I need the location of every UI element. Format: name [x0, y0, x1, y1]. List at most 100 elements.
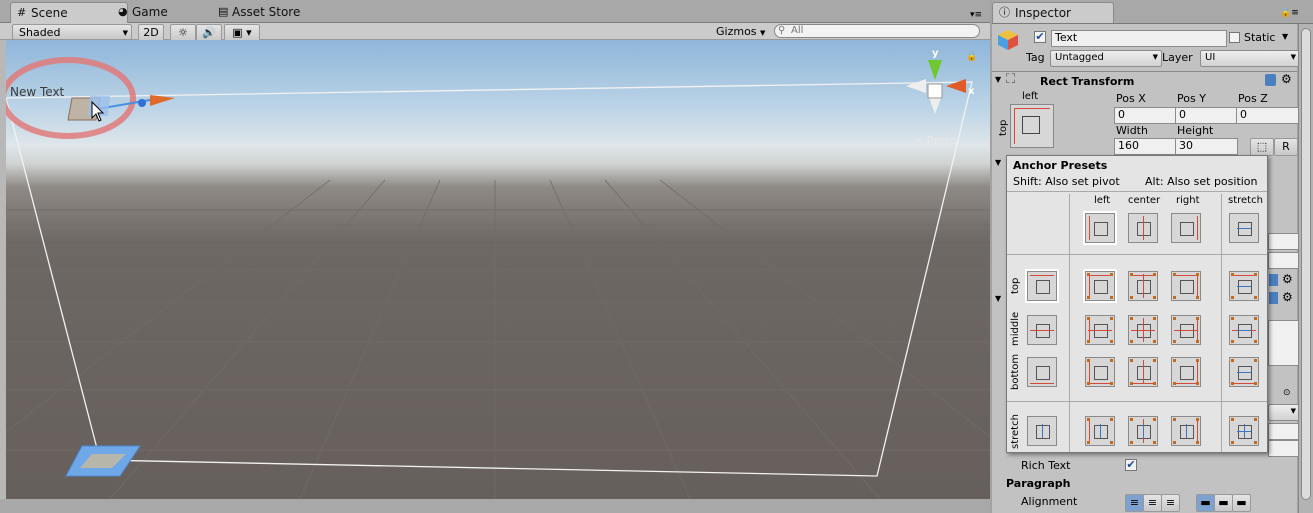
anchor-preset-right-stretch[interactable]: [1171, 416, 1201, 446]
hidden-field[interactable]: [1268, 233, 1299, 250]
lock-icon[interactable]: 🔒: [966, 52, 977, 62]
rect-transform-icon: ⛶: [1006, 72, 1016, 87]
row-label-top: top: [1010, 277, 1021, 294]
column-label-stretch: stretch: [1228, 195, 1263, 206]
settings-gear-icon[interactable]: ⚙: [1281, 72, 1292, 86]
anchor-preset-stretch-top[interactable]: [1229, 271, 1259, 301]
inspector-lock-icon[interactable]: 🔒≡: [1280, 8, 1299, 18]
tag-dropdown[interactable]: Untagged ▼: [1050, 50, 1162, 67]
foldout-arrow-icon[interactable]: ▼: [995, 158, 1001, 167]
pos-z-label: Pos Z: [1238, 92, 1268, 105]
pos-x-field[interactable]: 0: [1114, 107, 1177, 124]
anchor-preset-right-none[interactable]: [1171, 213, 1201, 243]
tab-inspector[interactable]: ⓘ Inspector: [992, 2, 1114, 23]
anchor-preset-stretch-none[interactable]: [1229, 213, 1259, 243]
align-top-icon[interactable]: ▬: [1196, 494, 1215, 512]
align-left-icon[interactable]: ≡: [1125, 494, 1144, 512]
orientation-gizmo[interactable]: [906, 60, 966, 114]
anchor-preset-right-bottom[interactable]: [1171, 357, 1201, 387]
help-book-icon[interactable]: [1269, 292, 1278, 304]
anchor-preset-center-middle[interactable]: [1128, 315, 1158, 345]
height-label: Height: [1177, 124, 1214, 137]
hidden-field[interactable]: [1268, 320, 1299, 366]
paragraph-header: Paragraph: [1006, 477, 1071, 490]
anchor-preset-center-none[interactable]: [1128, 213, 1158, 243]
inspector-scrollbar[interactable]: [1298, 24, 1313, 513]
anchor-preset-none-middle[interactable]: [1027, 315, 1057, 345]
anchor-preset-left-top[interactable]: [1083, 269, 1117, 303]
help-book-icon[interactable]: [1265, 74, 1276, 86]
shift-hint: Shift: Also set pivot: [1013, 175, 1120, 188]
raw-edit-button[interactable]: R: [1274, 138, 1298, 156]
anchor-preset-none-top[interactable]: [1025, 269, 1059, 303]
anchor-preset-stretch-bottom[interactable]: [1229, 357, 1259, 387]
settings-gear-icon[interactable]: ⚙: [1282, 272, 1293, 286]
anchor-preset-none-stretch[interactable]: [1027, 416, 1057, 446]
scene-viewport[interactable]: New Text y x < Persp 🔒: [0, 40, 990, 499]
anchor-preset-center-top[interactable]: [1128, 271, 1158, 301]
hidden-field[interactable]: [1268, 440, 1299, 457]
object-name-field[interactable]: Text: [1051, 30, 1227, 47]
column-label-center: center: [1128, 195, 1161, 206]
anchor-preset-left-bottom[interactable]: [1085, 357, 1115, 387]
settings-gear-icon[interactable]: ⚙: [1282, 290, 1293, 304]
info-icon: ⓘ: [999, 6, 1010, 19]
inspector-tab-bar: ⓘ Inspector 🔒≡: [992, 0, 1313, 24]
object-picker-icon[interactable]: ⊙: [1283, 388, 1291, 398]
camera-mode-label[interactable]: < Persp: [914, 134, 957, 147]
scene-search-input[interactable]: ⚲ All: [774, 24, 980, 38]
hidden-field[interactable]: [1268, 252, 1299, 269]
height-field[interactable]: 30: [1175, 138, 1238, 155]
gizmo-y-label: y: [932, 48, 939, 59]
static-dropdown-icon[interactable]: ▼: [1282, 32, 1288, 41]
layer-label: Layer: [1162, 51, 1193, 64]
hidden-field[interactable]: [1268, 423, 1299, 440]
pos-y-field[interactable]: 0: [1175, 107, 1238, 124]
anchor-preset-left-none[interactable]: [1083, 211, 1117, 245]
gameobject-cube-icon: [996, 28, 1020, 52]
anchor-preset-right-middle[interactable]: [1171, 315, 1201, 345]
tab-scene[interactable]: # Scene: [10, 2, 128, 23]
rich-text-checkbox[interactable]: ✔: [1125, 459, 1137, 471]
scrollbar-thumb[interactable]: [1301, 28, 1311, 500]
floor-grid: [0, 179, 990, 499]
active-checkbox[interactable]: ✔: [1034, 31, 1046, 43]
foldout-arrow-icon[interactable]: ▼: [995, 294, 1001, 303]
anchor-preset-none-bottom[interactable]: [1027, 357, 1057, 387]
anchor-v-label: top: [998, 119, 1009, 136]
blueprint-mode-button[interactable]: ⬚: [1250, 138, 1274, 156]
align-bottom-icon[interactable]: ▬: [1232, 494, 1251, 512]
anchor-preset-left-middle[interactable]: [1085, 315, 1115, 345]
scene-bottom-bar: [0, 499, 990, 513]
panel-menu-icon[interactable]: ▾≡: [970, 10, 982, 20]
anchor-preset-stretch-stretch[interactable]: [1229, 416, 1259, 446]
divider: [992, 71, 1297, 72]
layer-dropdown[interactable]: UI ▼: [1200, 50, 1300, 67]
tab-game[interactable]: ◕ Game: [112, 2, 222, 22]
anchor-preset-center-bottom[interactable]: [1128, 357, 1158, 387]
anchor-preset-right-top[interactable]: [1171, 271, 1201, 301]
cart-icon: ▤: [218, 5, 229, 18]
align-middle-icon[interactable]: ▬: [1214, 494, 1233, 512]
align-center-icon[interactable]: ≡: [1143, 494, 1162, 512]
anchor-presets-title: Anchor Presets: [1013, 159, 1108, 172]
static-checkbox[interactable]: [1229, 32, 1240, 43]
anchor-preset-center-stretch[interactable]: [1128, 416, 1158, 446]
anchor-preset-button[interactable]: [1010, 104, 1054, 148]
foldout-arrow-icon[interactable]: ▼: [995, 75, 1001, 84]
anchor-preset-left-stretch[interactable]: [1085, 416, 1115, 446]
help-book-icon[interactable]: [1269, 274, 1278, 286]
hidden-dropdown[interactable]: ▼: [1268, 404, 1300, 421]
tab-asset-store[interactable]: ▤ Asset Store: [212, 2, 342, 22]
row-label-middle: middle: [1010, 311, 1021, 346]
grid-divider-h2: [1007, 401, 1267, 402]
scene-canvas: [0, 57, 990, 499]
width-field[interactable]: 160: [1114, 138, 1177, 155]
gizmo-x-label: x: [968, 86, 975, 97]
gizmos-dropdown[interactable]: Gizmos ▼: [716, 25, 765, 38]
divider: [1007, 191, 1267, 192]
pos-z-field[interactable]: 0: [1236, 107, 1299, 124]
shading-dropdown[interactable]: Shaded ▼: [12, 24, 132, 40]
align-right-icon[interactable]: ≡: [1161, 494, 1180, 512]
anchor-preset-stretch-middle[interactable]: [1229, 315, 1259, 345]
